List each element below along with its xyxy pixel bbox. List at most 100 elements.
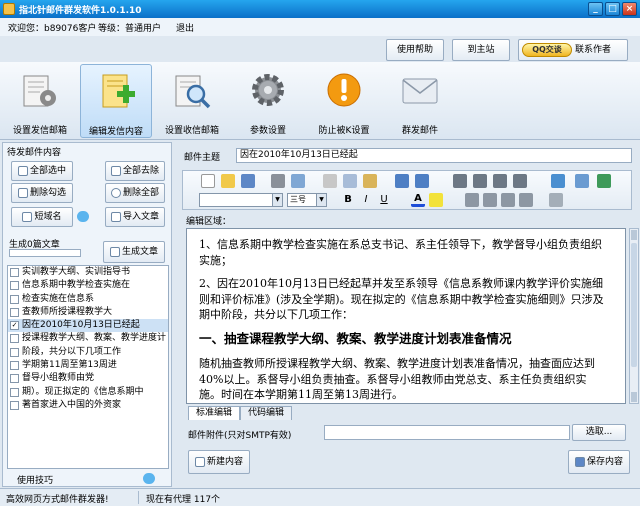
help-button[interactable]: 使用帮助 bbox=[386, 39, 444, 61]
align-right-icon[interactable] bbox=[493, 174, 507, 188]
list-item[interactable]: ✓ 因在2010年10月13日已经起 bbox=[8, 319, 168, 333]
nav-anti-block[interactable]: 防止被K设置 bbox=[308, 64, 380, 138]
warning-icon bbox=[327, 73, 361, 107]
list-item[interactable]: 督导小组教师由党 bbox=[8, 372, 168, 385]
item-checkbox[interactable] bbox=[10, 400, 19, 410]
scroll-up-icon[interactable] bbox=[631, 230, 637, 240]
font-color-icon[interactable]: A bbox=[411, 193, 425, 207]
list-item[interactable]: 实训教学大纲、实训指导书 bbox=[8, 266, 168, 279]
underline-icon[interactable]: U bbox=[377, 193, 391, 207]
nav-edit-content[interactable]: 编辑发信内容 bbox=[80, 64, 152, 138]
uncheck-icon bbox=[110, 165, 121, 176]
paste-icon[interactable] bbox=[363, 174, 377, 188]
font-size-select[interactable]: 三号 ▼ bbox=[287, 193, 327, 207]
item-checkbox[interactable] bbox=[10, 307, 19, 317]
delete-checked-button[interactable]: 删除勾选 bbox=[11, 183, 73, 203]
new-doc-icon[interactable] bbox=[201, 174, 215, 188]
bold-icon[interactable]: B bbox=[341, 193, 355, 207]
list-item[interactable]: 期）。现正拟定的《信息系期中 bbox=[8, 386, 168, 399]
nav-parameters[interactable]: 参数设置 bbox=[232, 64, 304, 138]
nav-sender-mailbox[interactable]: 设置发信邮箱 bbox=[4, 64, 76, 138]
attachment-input[interactable] bbox=[324, 425, 570, 440]
item-checkbox[interactable] bbox=[10, 281, 19, 291]
hr-icon[interactable] bbox=[549, 193, 563, 207]
subject-input[interactable]: 因在2010年10月13日已经起 bbox=[236, 148, 632, 163]
item-checkbox[interactable] bbox=[10, 294, 19, 304]
cut-icon[interactable] bbox=[323, 174, 337, 188]
contact-author-button[interactable]: QQ交谈 联系作者 bbox=[518, 39, 628, 61]
nav-mass-send[interactable]: 群发邮件 bbox=[384, 64, 456, 138]
item-checkbox[interactable] bbox=[10, 268, 19, 277]
undo-icon[interactable] bbox=[395, 174, 409, 188]
table-icon[interactable] bbox=[575, 174, 589, 188]
bullet-list-icon[interactable] bbox=[483, 193, 497, 207]
list-item[interactable]: 查教师所授课程教学大 bbox=[8, 306, 168, 319]
import-icon bbox=[110, 211, 121, 222]
list-item[interactable]: 学期第11周至第13周进 bbox=[8, 359, 168, 372]
remove-all-button[interactable]: 全部去除 bbox=[105, 161, 165, 181]
tips-link[interactable]: 使用技巧 bbox=[17, 473, 53, 486]
align-left-icon[interactable] bbox=[453, 174, 467, 188]
scroll-down-icon[interactable] bbox=[631, 392, 637, 402]
item-checkbox[interactable] bbox=[10, 387, 19, 397]
gear-icon bbox=[252, 74, 284, 106]
indent-icon[interactable] bbox=[519, 193, 533, 207]
select-all-button[interactable]: 全部选中 bbox=[11, 161, 73, 181]
close-button[interactable]: × bbox=[622, 2, 637, 16]
item-checkbox[interactable]: ✓ bbox=[10, 321, 19, 331]
editor-scrollbar[interactable] bbox=[629, 228, 639, 404]
tab-standard-edit[interactable]: 标准编辑 bbox=[188, 406, 240, 420]
justify-icon[interactable] bbox=[513, 174, 527, 188]
copy-icon[interactable] bbox=[343, 174, 357, 188]
item-checkbox[interactable] bbox=[10, 374, 19, 384]
eraser-icon bbox=[17, 187, 28, 198]
mail-settings-icon bbox=[23, 75, 56, 107]
short-name-button[interactable]: 短域名 bbox=[11, 207, 73, 227]
outdent-icon[interactable] bbox=[501, 193, 515, 207]
save-icon[interactable] bbox=[241, 174, 255, 188]
highlight-icon[interactable] bbox=[429, 193, 443, 207]
envelope-icon bbox=[402, 78, 438, 104]
welcome-text: 欢迎您：b89076客户 bbox=[8, 24, 97, 34]
scroll-thumb[interactable] bbox=[631, 243, 637, 367]
image-icon[interactable] bbox=[597, 174, 611, 188]
numbered-list-icon[interactable] bbox=[465, 193, 479, 207]
nav-recipient-mailbox[interactable]: 设置收信邮箱 bbox=[156, 64, 228, 138]
list-item[interactable]: 信息系期中教学检查实施在 bbox=[8, 279, 168, 292]
tips-bubble-icon[interactable] bbox=[143, 473, 155, 484]
list-item[interactable]: 阶段，共分以下几项工作 bbox=[8, 346, 168, 359]
browse-button[interactable]: 选取... bbox=[572, 424, 626, 441]
item-checkbox[interactable] bbox=[10, 334, 19, 344]
rich-text-editor[interactable]: 1、信息系期中教学检查实施在系总支书记、系主任领导下，教学督导小组负责组织实施；… bbox=[186, 228, 626, 404]
link-icon[interactable] bbox=[551, 174, 565, 188]
redo-icon[interactable] bbox=[415, 174, 429, 188]
list-item[interactable]: 检查实施在信息系 bbox=[8, 293, 168, 306]
item-checkbox[interactable] bbox=[10, 347, 19, 357]
save-content-button[interactable]: 保存内容 bbox=[568, 450, 630, 474]
item-checkbox[interactable] bbox=[10, 361, 19, 371]
align-center-icon[interactable] bbox=[473, 174, 487, 188]
proxy-count: 现在有代理 117个 bbox=[146, 495, 221, 505]
list-item[interactable]: 授课程教学大纲、教案、教学进度计 bbox=[8, 332, 168, 345]
minimize-button[interactable]: _ bbox=[588, 2, 603, 16]
open-folder-icon[interactable] bbox=[221, 174, 235, 188]
print-icon[interactable] bbox=[271, 174, 285, 188]
nav-label: 参数设置 bbox=[249, 126, 286, 136]
article-list[interactable]: 实训教学大纲、实训指导书 信息系期中教学检查实施在 检查实施在信息系 查教师所授… bbox=[7, 265, 169, 469]
preview-icon[interactable] bbox=[291, 174, 305, 188]
tab-code-edit[interactable]: 代码编辑 bbox=[240, 406, 292, 420]
font-name-select[interactable]: ▼ bbox=[199, 193, 283, 207]
nav-label: 群发邮件 bbox=[401, 126, 438, 136]
new-content-button[interactable]: 新建内容 bbox=[188, 450, 250, 474]
home-button[interactable]: 到主站 bbox=[452, 39, 510, 61]
maximize-button[interactable]: □ bbox=[605, 2, 620, 16]
logout-link[interactable]: 退出 bbox=[176, 21, 194, 34]
generate-icon bbox=[109, 246, 120, 257]
help-bubble-icon[interactable] bbox=[77, 211, 89, 222]
delete-all-button[interactable]: 删除全部 bbox=[105, 183, 165, 203]
edit-content-icon bbox=[102, 74, 135, 108]
generate-article-button[interactable]: 生成文章 bbox=[103, 241, 165, 263]
list-item[interactable]: 著首家进入中国的外资家 bbox=[8, 399, 168, 412]
italic-icon[interactable]: I bbox=[359, 193, 373, 207]
import-article-button[interactable]: 导入文章 bbox=[105, 207, 165, 227]
